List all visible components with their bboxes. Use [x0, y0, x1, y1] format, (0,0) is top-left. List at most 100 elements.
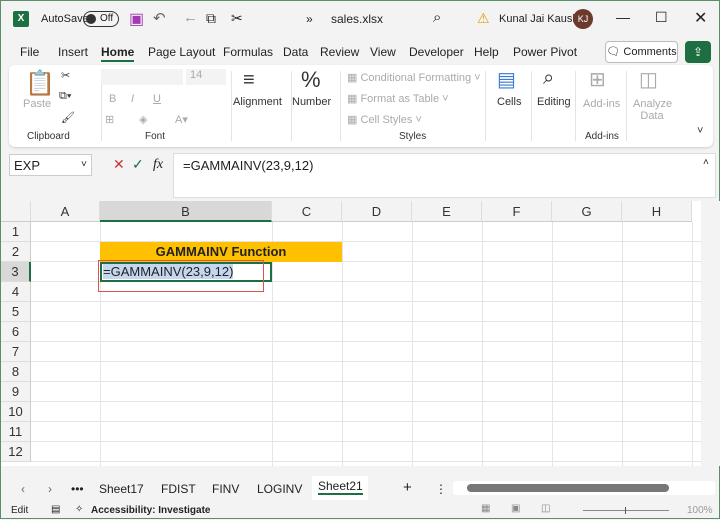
- normal-view-icon[interactable]: ▦: [481, 503, 490, 514]
- scrollbar-thumb[interactable]: [467, 484, 669, 492]
- sheet-tab[interactable]: FDIST: [161, 482, 196, 496]
- editing-search-icon[interactable]: ⌕: [543, 67, 554, 90]
- tab-review[interactable]: Review: [320, 45, 359, 59]
- column-header-C[interactable]: C: [272, 201, 342, 222]
- autosave-toggle[interactable]: Off: [83, 11, 119, 27]
- tab-data[interactable]: Data: [283, 45, 308, 59]
- conditional-formatting-button[interactable]: ▦ Conditional Formatting ˅: [347, 71, 481, 84]
- share-button[interactable]: ⇪: [685, 41, 711, 63]
- page-break-view-icon[interactable]: ◫: [541, 503, 550, 514]
- search-icon[interactable]: ⌕: [433, 9, 441, 26]
- comments-button[interactable]: 🗨 Comments: [605, 41, 678, 63]
- column-header-H[interactable]: H: [622, 201, 692, 222]
- row-header-7[interactable]: 7: [1, 342, 31, 362]
- paste-icon[interactable]: 📋: [25, 69, 55, 98]
- format-as-table-button[interactable]: ▦ Format as Table ˅: [347, 92, 449, 105]
- accessibility-status[interactable]: Accessibility: Investigate: [91, 505, 211, 516]
- sheet-options-icon[interactable]: ⋮: [435, 482, 447, 496]
- tab-developer[interactable]: Developer: [409, 45, 464, 59]
- row-header-3[interactable]: 3: [1, 262, 31, 282]
- paste-button[interactable]: Paste: [23, 98, 51, 110]
- analyze-data-icon[interactable]: ◫: [639, 67, 658, 92]
- horizontal-scrollbar[interactable]: [453, 481, 715, 495]
- row-header-4[interactable]: 4: [1, 282, 31, 302]
- font-size-box[interactable]: 14: [186, 69, 226, 85]
- vertical-scrollbar[interactable]: [701, 201, 720, 466]
- cell-b2-header[interactable]: GAMMAINV Function: [100, 242, 342, 262]
- select-all[interactable]: [1, 201, 31, 222]
- column-header-E[interactable]: E: [412, 201, 482, 222]
- spreadsheet-grid[interactable]: A B C D E F G H 1 2 3 4 5 6 7 8 9 10 11 12 GAMMAINV Function…: [1, 201, 701, 466]
- tab-page-layout[interactable]: Page Layout: [148, 45, 215, 59]
- more-commands[interactable]: »: [306, 12, 313, 26]
- addins-button[interactable]: Add-ins: [583, 98, 620, 110]
- tab-power-pivot[interactable]: Power Pivot: [513, 45, 577, 59]
- column-header-D[interactable]: D: [342, 201, 412, 222]
- save-icon[interactable]: ▣: [129, 9, 144, 29]
- row-header-5[interactable]: 5: [1, 302, 31, 322]
- editing-button[interactable]: Editing: [537, 96, 571, 108]
- addins-icon[interactable]: ⊞: [589, 67, 606, 92]
- minimize-button[interactable]: —: [616, 9, 630, 25]
- formula-input[interactable]: =GAMMAINV(23,9,12): [173, 153, 716, 198]
- borders-icon[interactable]: ⊞: [105, 113, 114, 126]
- row-header-10[interactable]: 10: [1, 402, 31, 422]
- zoom-level[interactable]: 100%: [687, 505, 713, 516]
- row-header-2[interactable]: 2: [1, 242, 31, 262]
- add-sheet-button[interactable]: +: [403, 479, 412, 496]
- tab-formulas[interactable]: Formulas: [223, 45, 273, 59]
- zoom-slider[interactable]: [583, 507, 669, 514]
- copy-icon[interactable]: ⧉: [206, 10, 216, 27]
- font-name-box[interactable]: [101, 69, 183, 85]
- macro-record-icon[interactable]: ▤: [51, 504, 60, 515]
- redo-icon[interactable]: ←: [183, 9, 198, 26]
- alignment-button[interactable]: Alignment: [233, 96, 282, 108]
- row-header-11[interactable]: 11: [1, 422, 31, 442]
- sheet-tab-active[interactable]: Sheet21: [312, 476, 368, 500]
- close-button[interactable]: ✕: [694, 8, 707, 28]
- row-header-8[interactable]: 8: [1, 362, 31, 382]
- insert-function-button[interactable]: fx: [153, 157, 163, 173]
- column-header-A[interactable]: A: [31, 201, 100, 222]
- bold-button[interactable]: B: [109, 93, 116, 105]
- row-header-9[interactable]: 9: [1, 382, 31, 402]
- alignment-icon[interactable]: ≡: [243, 69, 255, 92]
- tab-view[interactable]: View: [370, 45, 396, 59]
- column-header-F[interactable]: F: [482, 201, 552, 222]
- sheet-tab[interactable]: FINV: [212, 482, 239, 496]
- font-color-icon[interactable]: A▾: [175, 113, 188, 126]
- tab-home[interactable]: Home: [101, 45, 135, 62]
- tab-insert[interactable]: Insert: [58, 45, 88, 59]
- row-header-6[interactable]: 6: [1, 322, 31, 342]
- page-layout-view-icon[interactable]: ▣: [511, 503, 520, 514]
- copy-icon[interactable]: ⧉▾: [59, 90, 71, 103]
- collapse-ribbon-icon[interactable]: ˅: [697, 125, 703, 137]
- sheet-tab[interactable]: LOGINV: [257, 482, 302, 496]
- number-button[interactable]: Number: [292, 96, 331, 108]
- format-painter-icon[interactable]: 🖌: [61, 111, 75, 124]
- name-box[interactable]: EXP: [9, 154, 92, 176]
- name-box-dropdown-icon[interactable]: ˅: [81, 159, 87, 170]
- more-sheets-icon[interactable]: •••: [71, 482, 84, 496]
- column-header-B[interactable]: B: [100, 201, 272, 222]
- sheet-tab[interactable]: Sheet17: [99, 482, 144, 496]
- analyze-data-button[interactable]: Analyze Data: [633, 98, 672, 122]
- tab-help[interactable]: Help: [474, 45, 499, 59]
- cut-icon[interactable]: ✂: [61, 69, 70, 82]
- tab-file[interactable]: File: [20, 45, 39, 59]
- undo-icon[interactable]: ↶: [153, 9, 166, 27]
- column-header-G[interactable]: G: [552, 201, 622, 222]
- row-header-1[interactable]: 1: [1, 222, 31, 242]
- cell-styles-button[interactable]: ▦ Cell Styles ˅: [347, 113, 422, 126]
- next-sheet-icon[interactable]: ›: [48, 482, 52, 496]
- cut-icon[interactable]: ✂: [231, 10, 243, 27]
- percent-icon[interactable]: %: [301, 67, 321, 93]
- accessibility-icon[interactable]: ✧: [75, 504, 83, 515]
- cells-icon[interactable]: ▤: [497, 67, 516, 92]
- cancel-icon[interactable]: ✕: [113, 156, 125, 173]
- avatar[interactable]: KJ: [573, 9, 593, 29]
- row-header-12[interactable]: 12: [1, 442, 31, 462]
- cells-button[interactable]: Cells: [497, 96, 521, 108]
- prev-sheet-icon[interactable]: ‹: [21, 482, 25, 496]
- enter-icon[interactable]: ✓: [132, 156, 144, 173]
